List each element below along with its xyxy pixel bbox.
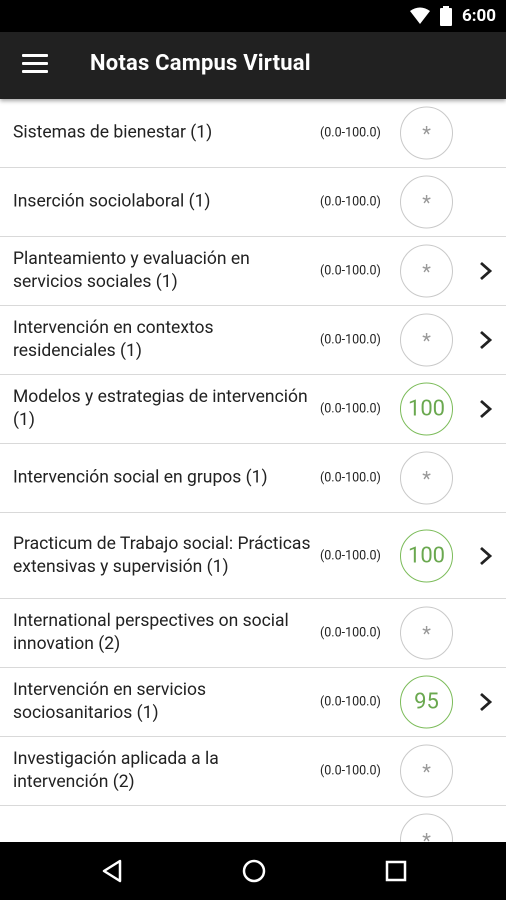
grade-range: (0.0-100.0) — [320, 548, 381, 563]
list-item[interactable]: International perspectives on social inn… — [0, 599, 506, 668]
chevron-right-icon[interactable] — [477, 329, 495, 351]
grade-badge: 100 — [400, 529, 453, 582]
course-name: Intervención en servicios sociosanitario… — [13, 680, 207, 723]
grade-badge: * — [400, 606, 453, 660]
status-bar: 6:00 — [0, 0, 506, 32]
course-list[interactable]: Sistemas de bienestar (1) (0.0-100.0) * Ins… — [0, 99, 506, 842]
list-item[interactable]: Inserción sociolaboral (1) (0.0-100.0) * — [0, 168, 506, 237]
list-item[interactable]: Investigación aplicada a la intervención… — [0, 737, 506, 806]
status-icons: 6:00 — [409, 6, 496, 26]
grade-badge: * — [400, 313, 453, 367]
battery-icon — [439, 6, 452, 26]
list-item[interactable]: Sistemas de bienestar (1) (0.0-100.0) * — [0, 99, 506, 168]
grade-range: (0.0-100.0) — [320, 401, 381, 417]
list-item[interactable]: Modelos y estrategias de intervención (1… — [0, 375, 506, 444]
list-item[interactable]: Intervención social en grupos (1) (0.0-10… — [0, 444, 506, 513]
grade-badge: 95 — [400, 675, 453, 729]
course-name: Modelos y estrategias de intervención (1… — [13, 387, 308, 430]
grade-badge: * — [400, 106, 453, 160]
course-name: Investigación aplicada a la intervención… — [13, 749, 219, 792]
grade-range: (0.0-100.0) — [320, 763, 381, 779]
app-bar: Notas Campus Virtual — [0, 32, 506, 99]
grade-badge: * — [400, 451, 453, 505]
menu-icon[interactable] — [22, 54, 48, 76]
course-name: Intervención en contextos residenciales … — [13, 318, 214, 361]
home-icon[interactable] — [239, 856, 269, 886]
grade-badge: * — [400, 744, 453, 798]
recents-icon[interactable] — [381, 856, 411, 886]
chevron-right-icon[interactable] — [477, 398, 495, 420]
grade-range: (0.0-100.0) — [320, 125, 381, 141]
grade-range: (0.0-100.0) — [320, 263, 381, 279]
course-name: Practicum de Trabajo social: Prácticas e… — [13, 533, 311, 577]
navigation-bar — [0, 842, 506, 900]
grade-badge: * — [400, 813, 453, 842]
course-name: Intervención social en grupos (1) — [13, 467, 268, 488]
list-item[interactable]: * — [0, 806, 506, 842]
grade-range: (0.0-100.0) — [320, 694, 381, 710]
wifi-icon — [409, 7, 430, 24]
list-item[interactable]: Planteamiento y evaluación en servicios … — [0, 237, 506, 306]
status-time: 6:00 — [461, 6, 496, 26]
grade-range: (0.0-100.0) — [320, 470, 381, 486]
grade-badge: 100 — [400, 382, 453, 436]
course-name: Sistemas de bienestar (1) — [13, 122, 213, 143]
grade-badge: * — [400, 175, 453, 229]
grade-range: (0.0-100.0) — [320, 625, 381, 641]
page-title: Notas Campus Virtual — [90, 51, 311, 76]
chevron-right-icon[interactable] — [477, 691, 495, 713]
course-name: Planteamiento y evaluación en servicios … — [13, 249, 250, 292]
grade-range: (0.0-100.0) — [320, 332, 381, 348]
back-icon[interactable] — [98, 856, 128, 886]
course-name: International perspectives on social inn… — [13, 611, 289, 654]
chevron-right-icon[interactable] — [477, 260, 495, 282]
chevron-right-icon[interactable] — [477, 545, 495, 567]
list-item[interactable]: Intervención en servicios sociosanitario… — [0, 668, 506, 737]
list-item[interactable]: Intervención en contextos residenciales … — [0, 306, 506, 375]
list-item[interactable]: Practicum de Trabajo social: Prácticas e… — [0, 513, 506, 599]
grade-range: (0.0-100.0) — [320, 194, 381, 210]
grade-badge: * — [400, 244, 453, 298]
course-name: Inserción sociolaboral (1) — [13, 191, 211, 212]
